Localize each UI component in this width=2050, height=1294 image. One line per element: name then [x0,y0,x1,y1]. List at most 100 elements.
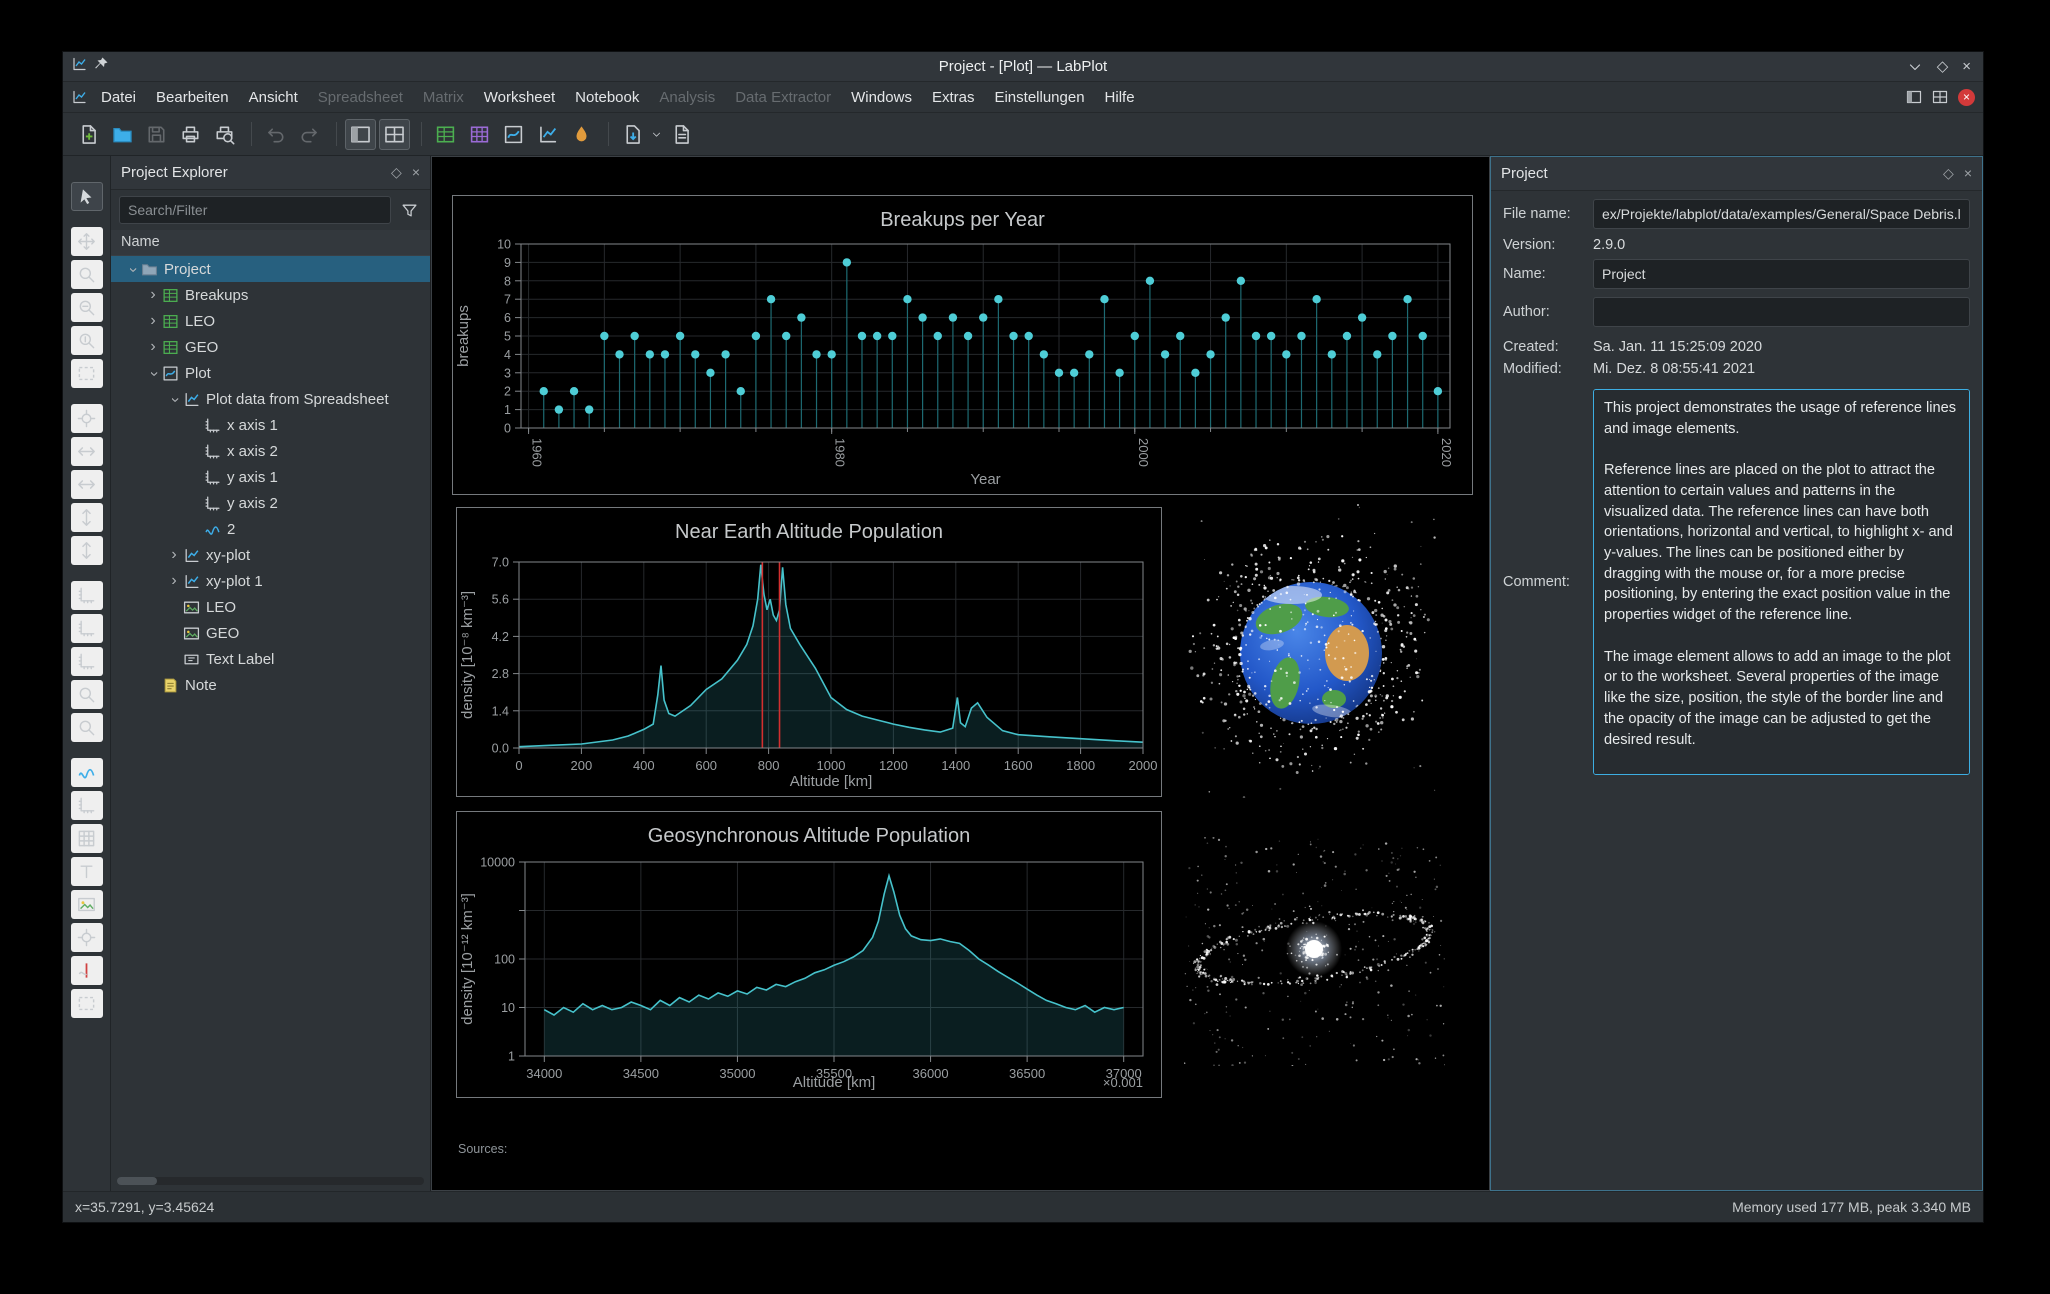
geo-debris-ring-image[interactable] [1183,836,1446,1067]
auto-scale-x-tool[interactable] [70,614,103,643]
zoom-select-tool[interactable] [70,260,103,289]
new-worksheet-button[interactable] [498,119,529,150]
name-input[interactable] [1593,259,1970,289]
print-preview-button[interactable] [209,119,240,150]
minimize-icon[interactable] [1907,59,1923,75]
shift-left-x-tool[interactable] [70,437,103,466]
tree-item-x-axis-1[interactable]: x axis 1 [111,412,430,438]
pin-icon[interactable] [93,56,109,77]
properties-header[interactable]: Project ◇ × [1491,157,1982,191]
add-xy-curve-tool[interactable] [70,758,103,787]
menu-ansicht[interactable]: Ansicht [239,82,308,113]
menu-bearbeiten[interactable]: Bearbeiten [146,82,239,113]
tree-item-x-axis-2[interactable]: x axis 2 [111,438,430,464]
menu-hilfe[interactable]: Hilfe [1095,82,1145,113]
add-axis-tool[interactable] [70,791,103,820]
tree-item-text-label[interactable]: Text Label [111,646,430,672]
open-project-button[interactable] [107,119,138,150]
menu-datei[interactable]: Datei [91,82,146,113]
tree-item-xy-plot-1[interactable]: › xy-plot 1 [111,568,430,594]
plot-geosynchronous-population[interactable]: 34000 34500 35000 35500 36000 36500 37000 1 10 10… [456,811,1162,1098]
collapse-icon[interactable]: › [145,365,163,383]
float-panel-icon[interactable]: ◇ [391,164,402,181]
new-notebook-button[interactable] [666,119,697,150]
new-spreadsheet-button[interactable] [430,119,461,150]
project-explorer-header[interactable]: Project Explorer ◇ × [111,156,430,190]
search-input[interactable] [119,196,391,224]
file-name-input[interactable] [1593,199,1970,229]
tree-item-y-axis-1[interactable]: y axis 1 [111,464,430,490]
tree-item-geo[interactable]: › GEO [111,334,430,360]
menu-worksheet[interactable]: Worksheet [474,82,565,113]
close-panel-icon[interactable]: × [412,164,420,181]
new-project-button[interactable] [73,119,104,150]
horizontal-scrollbar[interactable] [117,1177,424,1185]
undo-button[interactable] [260,119,291,150]
float-panel-icon[interactable]: ◇ [1943,165,1954,182]
plot-near-earth-population[interactable]: 0 200 400 600 800 1000 1200 1400 1600 1800 2000 0.0… [456,507,1162,797]
menu-extras[interactable]: Extras [922,82,985,113]
collapse-icon[interactable]: › [166,391,184,409]
auto-scale-tool[interactable] [70,581,103,610]
expand-icon[interactable]: › [144,286,162,304]
close-document-icon[interactable]: × [1958,88,1975,106]
tree-item-plot-data-from-spreadsheet[interactable]: › Plot data from Spreadsheet [111,386,430,412]
filter-options-icon[interactable] [396,197,422,223]
tree-item-geo[interactable]: GEO [111,620,430,646]
zoom-x-select-tool[interactable] [70,293,103,322]
tree-item-2[interactable]: 2 [111,516,430,542]
maximize-icon[interactable]: ◇ [1937,59,1949,74]
tree-item-leo[interactable]: LEO [111,594,430,620]
add-reference-line-tool[interactable] [70,956,103,985]
tree-item-leo[interactable]: › LEO [111,308,430,334]
toolbar-list-icon[interactable] [1906,89,1922,105]
shift-down-y-tool[interactable] [70,536,103,565]
redo-button[interactable] [294,119,325,150]
toolbar-config-icon[interactable] [1932,89,1948,105]
close-panel-icon[interactable]: × [1964,165,1972,182]
leo-debris-earth-image[interactable] [1184,503,1439,799]
tree-item-breakups[interactable]: › Breakups [111,282,430,308]
tree-item-y-axis-2[interactable]: y axis 2 [111,490,430,516]
menu-einstellungen[interactable]: Einstellungen [984,82,1094,113]
expand-icon[interactable]: › [165,572,183,590]
zoom-out-tool[interactable] [70,713,103,742]
add-custom-point-tool[interactable] [70,923,103,952]
expand-icon[interactable]: › [144,338,162,356]
crosshair-tool[interactable] [70,404,103,433]
tree-item-project[interactable]: › Project [111,256,430,282]
scrollbar-thumb[interactable] [117,1177,157,1185]
expand-icon[interactable]: › [144,312,162,330]
tree-item-xy-plot[interactable]: › xy-plot [111,542,430,568]
export-button[interactable] [617,119,648,150]
save-project-button[interactable] [141,119,172,150]
menu-windows[interactable]: Windows [841,82,922,113]
shift-up-y-tool[interactable] [70,503,103,532]
comment-textarea[interactable] [1593,389,1970,775]
new-matrix-button[interactable] [464,119,495,150]
toggle-properties-explorer-button[interactable] [379,118,410,150]
add-legend-tool[interactable] [70,824,103,853]
tree-item-note[interactable]: Note [111,672,430,698]
navigate-tool[interactable] [70,227,103,256]
print-button[interactable] [175,119,206,150]
tree-item-plot[interactable]: › Plot [111,360,430,386]
menu-notebook[interactable]: Notebook [565,82,649,113]
select-and-edit-tool[interactable] [70,182,103,211]
plot-breakups-per-year[interactable]: 1960 1980 2000 2020 0 1 2 3 4 5 6 7 8 9 10 Breakups per… [452,195,1473,495]
chevron-down-icon[interactable] [651,129,662,140]
zoom-y-select-tool[interactable] [70,326,103,355]
new-plot-button[interactable] [532,119,563,150]
add-reference-range-tool[interactable] [70,989,103,1018]
toggle-project-explorer-button[interactable] [345,118,376,150]
expand-icon[interactable]: › [165,546,183,564]
add-text-label-tool[interactable] [70,857,103,886]
close-icon[interactable]: × [1962,59,1971,74]
author-input[interactable] [1593,297,1970,327]
titlebar[interactable]: Project - [Plot] — LabPlot ◇ × [63,52,1983,82]
zoom-in-tool[interactable] [70,680,103,709]
worksheet-view[interactable]: 1960 1980 2000 2020 0 1 2 3 4 5 6 7 8 9 10 Breakups per… [431,156,1490,1191]
select-region-tool[interactable] [70,359,103,388]
tree-column-header[interactable]: Name [111,230,430,256]
color-maps-button[interactable] [566,119,597,150]
